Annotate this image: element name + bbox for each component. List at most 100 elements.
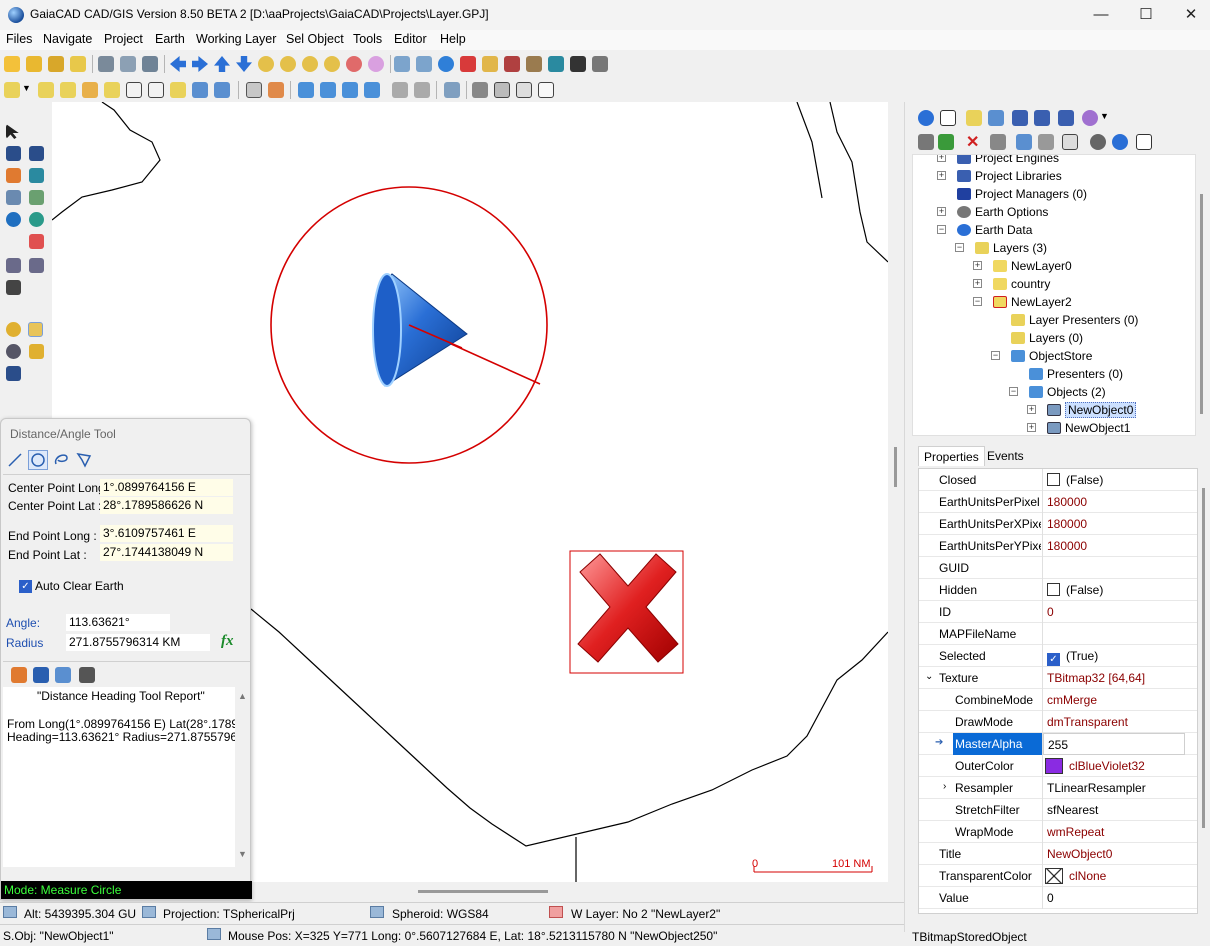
refresh-icon[interactable]: [918, 110, 934, 126]
menu-earth[interactable]: Earth: [155, 32, 185, 46]
chevron-right-icon[interactable]: ›: [943, 781, 946, 792]
prop-row-guid[interactable]: GUID: [919, 557, 1197, 579]
print-icon[interactable]: [98, 56, 114, 72]
trash-icon[interactable]: [990, 134, 1006, 150]
prop-row-transparent-color[interactable]: TransparentColor clNone: [919, 865, 1197, 887]
earth-settings-icon[interactable]: [29, 212, 44, 227]
scroll-down-icon[interactable]: ▼: [238, 849, 247, 859]
prop-row-stretch-filter[interactable]: StretchFilter sfNearest: [919, 799, 1197, 821]
tree-node-newlayer2[interactable]: NewLayer2: [993, 293, 1072, 311]
checklist-icon[interactable]: [940, 110, 956, 126]
edit-icon[interactable]: [1062, 134, 1078, 150]
expand-icon[interactable]: +: [973, 261, 982, 270]
cone-bitmap-object[interactable]: [372, 273, 468, 387]
report-copy-icon[interactable]: [55, 667, 71, 683]
engine-e-icon[interactable]: [1012, 110, 1028, 126]
save-project-icon[interactable]: [48, 56, 64, 72]
report-save-icon[interactable]: [33, 667, 49, 683]
add-region-icon[interactable]: [29, 168, 44, 183]
tree-scrollbar[interactable]: [1196, 154, 1208, 436]
menu-help[interactable]: Help: [440, 32, 466, 46]
layer-copy-icon[interactable]: [548, 56, 564, 72]
tree-node-project-engines[interactable]: Project Engines: [957, 155, 1059, 167]
tools-icon[interactable]: [592, 56, 608, 72]
prop-row-combine-mode[interactable]: CombineMode cmMerge: [919, 689, 1197, 711]
view-icon[interactable]: [1090, 134, 1106, 150]
add-image-icon[interactable]: [29, 190, 44, 205]
camera-icon[interactable]: [570, 56, 586, 72]
tree-icon[interactable]: [988, 110, 1004, 126]
prop-row-outer-color[interactable]: OuterColor clBlueViolet32: [919, 755, 1197, 777]
scroll-thumb[interactable]: [894, 447, 897, 487]
tree-node-project-libraries[interactable]: Project Libraries: [957, 167, 1062, 185]
chevron-down-icon[interactable]: ▼: [22, 83, 31, 93]
expand-icon[interactable]: +: [937, 207, 946, 216]
object-add-icon[interactable]: [298, 82, 314, 98]
add-polygon-icon[interactable]: [6, 168, 21, 183]
expand-icon[interactable]: +: [1027, 423, 1036, 432]
prop-row-selected[interactable]: Selected ✓ (True): [919, 645, 1197, 667]
prop-row-draw-mode[interactable]: DrawMode dmTransparent: [919, 711, 1197, 733]
pan-left-arrow-icon[interactable]: [170, 56, 186, 72]
ruler-icon[interactable]: [28, 322, 43, 337]
zoom-window-icon[interactable]: [29, 344, 44, 359]
night-mode-icon[interactable]: [6, 322, 21, 337]
plugin-icon[interactable]: [1082, 110, 1098, 126]
close-button[interactable]: ✕: [1168, 0, 1210, 30]
scroll-thumb[interactable]: [1200, 194, 1203, 414]
tree-node-newlayer0[interactable]: NewLayer0: [993, 257, 1072, 275]
menu-sel-object[interactable]: Sel Object: [286, 32, 344, 46]
prop-row-map-file-name[interactable]: MAPFileName: [919, 623, 1197, 645]
object-down-icon[interactable]: [414, 82, 430, 98]
move-layer-icon[interactable]: [126, 82, 142, 98]
report-scrollbar[interactable]: ▲ ▼: [235, 687, 250, 867]
measure-path-icon[interactable]: [29, 258, 44, 273]
property-grid-scrollbar[interactable]: [1198, 468, 1208, 914]
master-alpha-input[interactable]: 255: [1043, 733, 1185, 755]
prop-row-wrap-mode[interactable]: WrapMode wmRepeat: [919, 821, 1197, 843]
object-tools-icon[interactable]: [472, 82, 488, 98]
open-folder-icon[interactable]: [26, 56, 42, 72]
refresh-map-icon[interactable]: [394, 56, 410, 72]
layer-dropdown-icon[interactable]: [4, 82, 20, 98]
report-print-icon[interactable]: [79, 667, 95, 683]
stop-icon[interactable]: [460, 56, 476, 72]
menu-working-layer[interactable]: Working Layer: [196, 32, 276, 46]
project-settings-icon[interactable]: [70, 56, 86, 72]
tree-node-earth-data[interactable]: Earth Data: [957, 221, 1032, 239]
menu-editor[interactable]: Editor: [394, 32, 427, 46]
shape-copy-icon[interactable]: [29, 234, 44, 249]
prop-row-hidden[interactable]: Hidden (False): [919, 579, 1197, 601]
maximize-button[interactable]: ☐: [1123, 0, 1169, 30]
prop-row-earth-units-per-pixel[interactable]: EarthUnitsPerPixel 180000: [919, 491, 1197, 513]
object-delete-icon[interactable]: [342, 82, 358, 98]
collapse-icon[interactable]: −: [1009, 387, 1018, 396]
collapse-icon[interactable]: −: [973, 297, 982, 306]
select-arrow-icon[interactable]: [6, 124, 19, 139]
prop-row-id[interactable]: ID 0: [919, 601, 1197, 623]
function-fx-icon[interactable]: fx: [221, 633, 234, 650]
layer-down-icon[interactable]: [148, 82, 164, 98]
prop-row-title[interactable]: Title NewObject0: [919, 843, 1197, 865]
timer-icon[interactable]: [482, 56, 498, 72]
pin-icon[interactable]: [6, 366, 21, 381]
tree-node-presenters[interactable]: Presenters (0): [1029, 365, 1123, 383]
panel-splitter[interactable]: [904, 102, 912, 932]
object-up-icon[interactable]: [392, 82, 408, 98]
find-icon[interactable]: [416, 56, 432, 72]
tree-node-objects[interactable]: Objects (2): [1029, 383, 1106, 401]
none-color-swatch[interactable]: [1045, 868, 1063, 884]
menu-files[interactable]: Files: [6, 32, 32, 46]
project-tree[interactable]: Project Engines + Project Libraries + Pr…: [912, 154, 1196, 436]
zoom-previous-icon[interactable]: [346, 56, 362, 72]
globe-icon[interactable]: [438, 56, 454, 72]
expand-icon[interactable]: +: [973, 279, 982, 288]
tree-node-layer-presenters[interactable]: Layer Presenters (0): [1011, 311, 1138, 329]
tree-node-country[interactable]: country: [993, 275, 1050, 293]
open-project-icon[interactable]: [4, 56, 20, 72]
line-mode-icon[interactable]: [7, 452, 23, 468]
add-layer-icon[interactable]: [38, 82, 54, 98]
tree-node-newobject0[interactable]: NewObject0: [1047, 401, 1137, 419]
expand-icon[interactable]: +: [937, 171, 946, 180]
add-bitmap-icon[interactable]: [6, 190, 21, 205]
